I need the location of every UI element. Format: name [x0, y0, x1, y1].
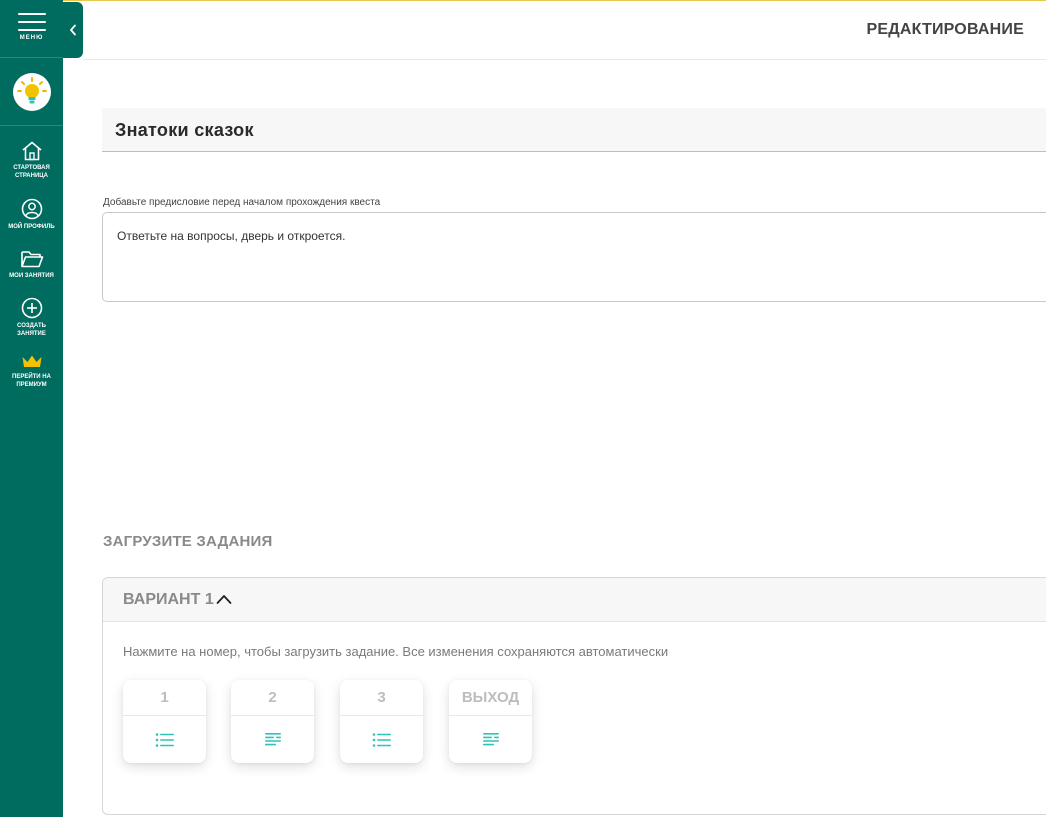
task-number: ВЫХОД — [449, 680, 532, 716]
user-icon — [21, 198, 42, 220]
home-icon — [21, 141, 42, 161]
task-tile-3[interactable]: 3 — [340, 680, 423, 763]
sidebar-item-label: МОЙ ПРОФИЛЬ — [8, 224, 55, 230]
quest-title: Знатоки сказок — [115, 120, 254, 140]
list-icon — [372, 733, 391, 747]
chevron-up-icon[interactable] — [216, 593, 232, 605]
variant-title: ВАРИАНТ 1 — [123, 591, 214, 608]
sidebar-item-premium[interactable]: ПЕРЕЙТИ НА ПРЕМИУМ — [0, 354, 63, 389]
crown-icon — [22, 355, 41, 367]
upload-hint: Нажмите на номер, чтобы загрузить задани… — [123, 644, 669, 659]
list-icon — [155, 733, 174, 747]
task-number: 1 — [123, 680, 206, 716]
page-title: РЕДАКТИРОВАНИЕ — [866, 21, 1024, 38]
hamburger-icon — [17, 13, 46, 37]
sidebar: МЕНЮ СТАРТОВАЯ СТРАНИЦА МОЙ ПРОФИЛЬ МОИ … — [0, 0, 63, 817]
sidebar-item-create-lesson[interactable]: СОЗДАТЬ ЗАНЯТИЕ — [0, 297, 63, 338]
sidebar-item-label: МОИ ЗАНЯТИЯ — [9, 273, 54, 279]
sidebar-item-profile[interactable]: МОЙ ПРОФИЛЬ — [0, 198, 63, 231]
variant-header[interactable]: ВАРИАНТ 1 — [103, 578, 1046, 622]
sidebar-item-label: СОЗДАТЬ ЗАНЯТИЕ — [17, 323, 46, 337]
app-logo[interactable] — [0, 59, 63, 126]
text-lines-icon — [264, 733, 281, 746]
text-lines-icon — [482, 733, 499, 746]
preface-textarea[interactable]: Ответьте на вопросы, дверь и откроется. — [102, 212, 1046, 302]
task-tile-exit[interactable]: ВЫХОД — [449, 680, 532, 763]
sidebar-collapse-button[interactable] — [63, 2, 83, 58]
variant-card: ВАРИАНТ 1 Нажмите на номер, чтобы загруз… — [102, 577, 1046, 815]
sidebar-item-label: СТАРТОВАЯ СТРАНИЦА — [13, 165, 50, 179]
task-number: 3 — [340, 680, 423, 716]
menu-label: МЕНЮ — [19, 35, 44, 41]
folder-icon — [20, 251, 43, 268]
quest-title-field[interactable]: Знатоки сказок — [102, 108, 1046, 152]
chevron-left-icon — [70, 24, 76, 36]
plus-circle-icon — [21, 297, 42, 319]
preface-label: Добавьте предисловие перед началом прохо… — [103, 197, 381, 208]
task-tile-1[interactable]: 1 — [123, 680, 206, 763]
sidebar-item-home[interactable]: СТАРТОВАЯ СТРАНИЦА — [0, 141, 63, 180]
tasks-section-heading: ЗАГРУЗИТЕ ЗАДАНИЯ — [103, 533, 273, 550]
task-number: 2 — [231, 680, 314, 716]
task-tile-2[interactable]: 2 — [231, 680, 314, 763]
sidebar-item-label: ПЕРЕЙТИ НА ПРЕМИУМ — [12, 374, 51, 388]
top-header: РЕДАКТИРОВАНИЕ — [83, 1, 1046, 60]
menu-button[interactable]: МЕНЮ — [0, 0, 63, 58]
sidebar-item-my-lessons[interactable]: МОИ ЗАНЯТИЯ — [0, 249, 63, 280]
lightbulb-icon — [12, 73, 51, 111]
preface-text: Ответьте на вопросы, дверь и откроется. — [117, 229, 346, 243]
